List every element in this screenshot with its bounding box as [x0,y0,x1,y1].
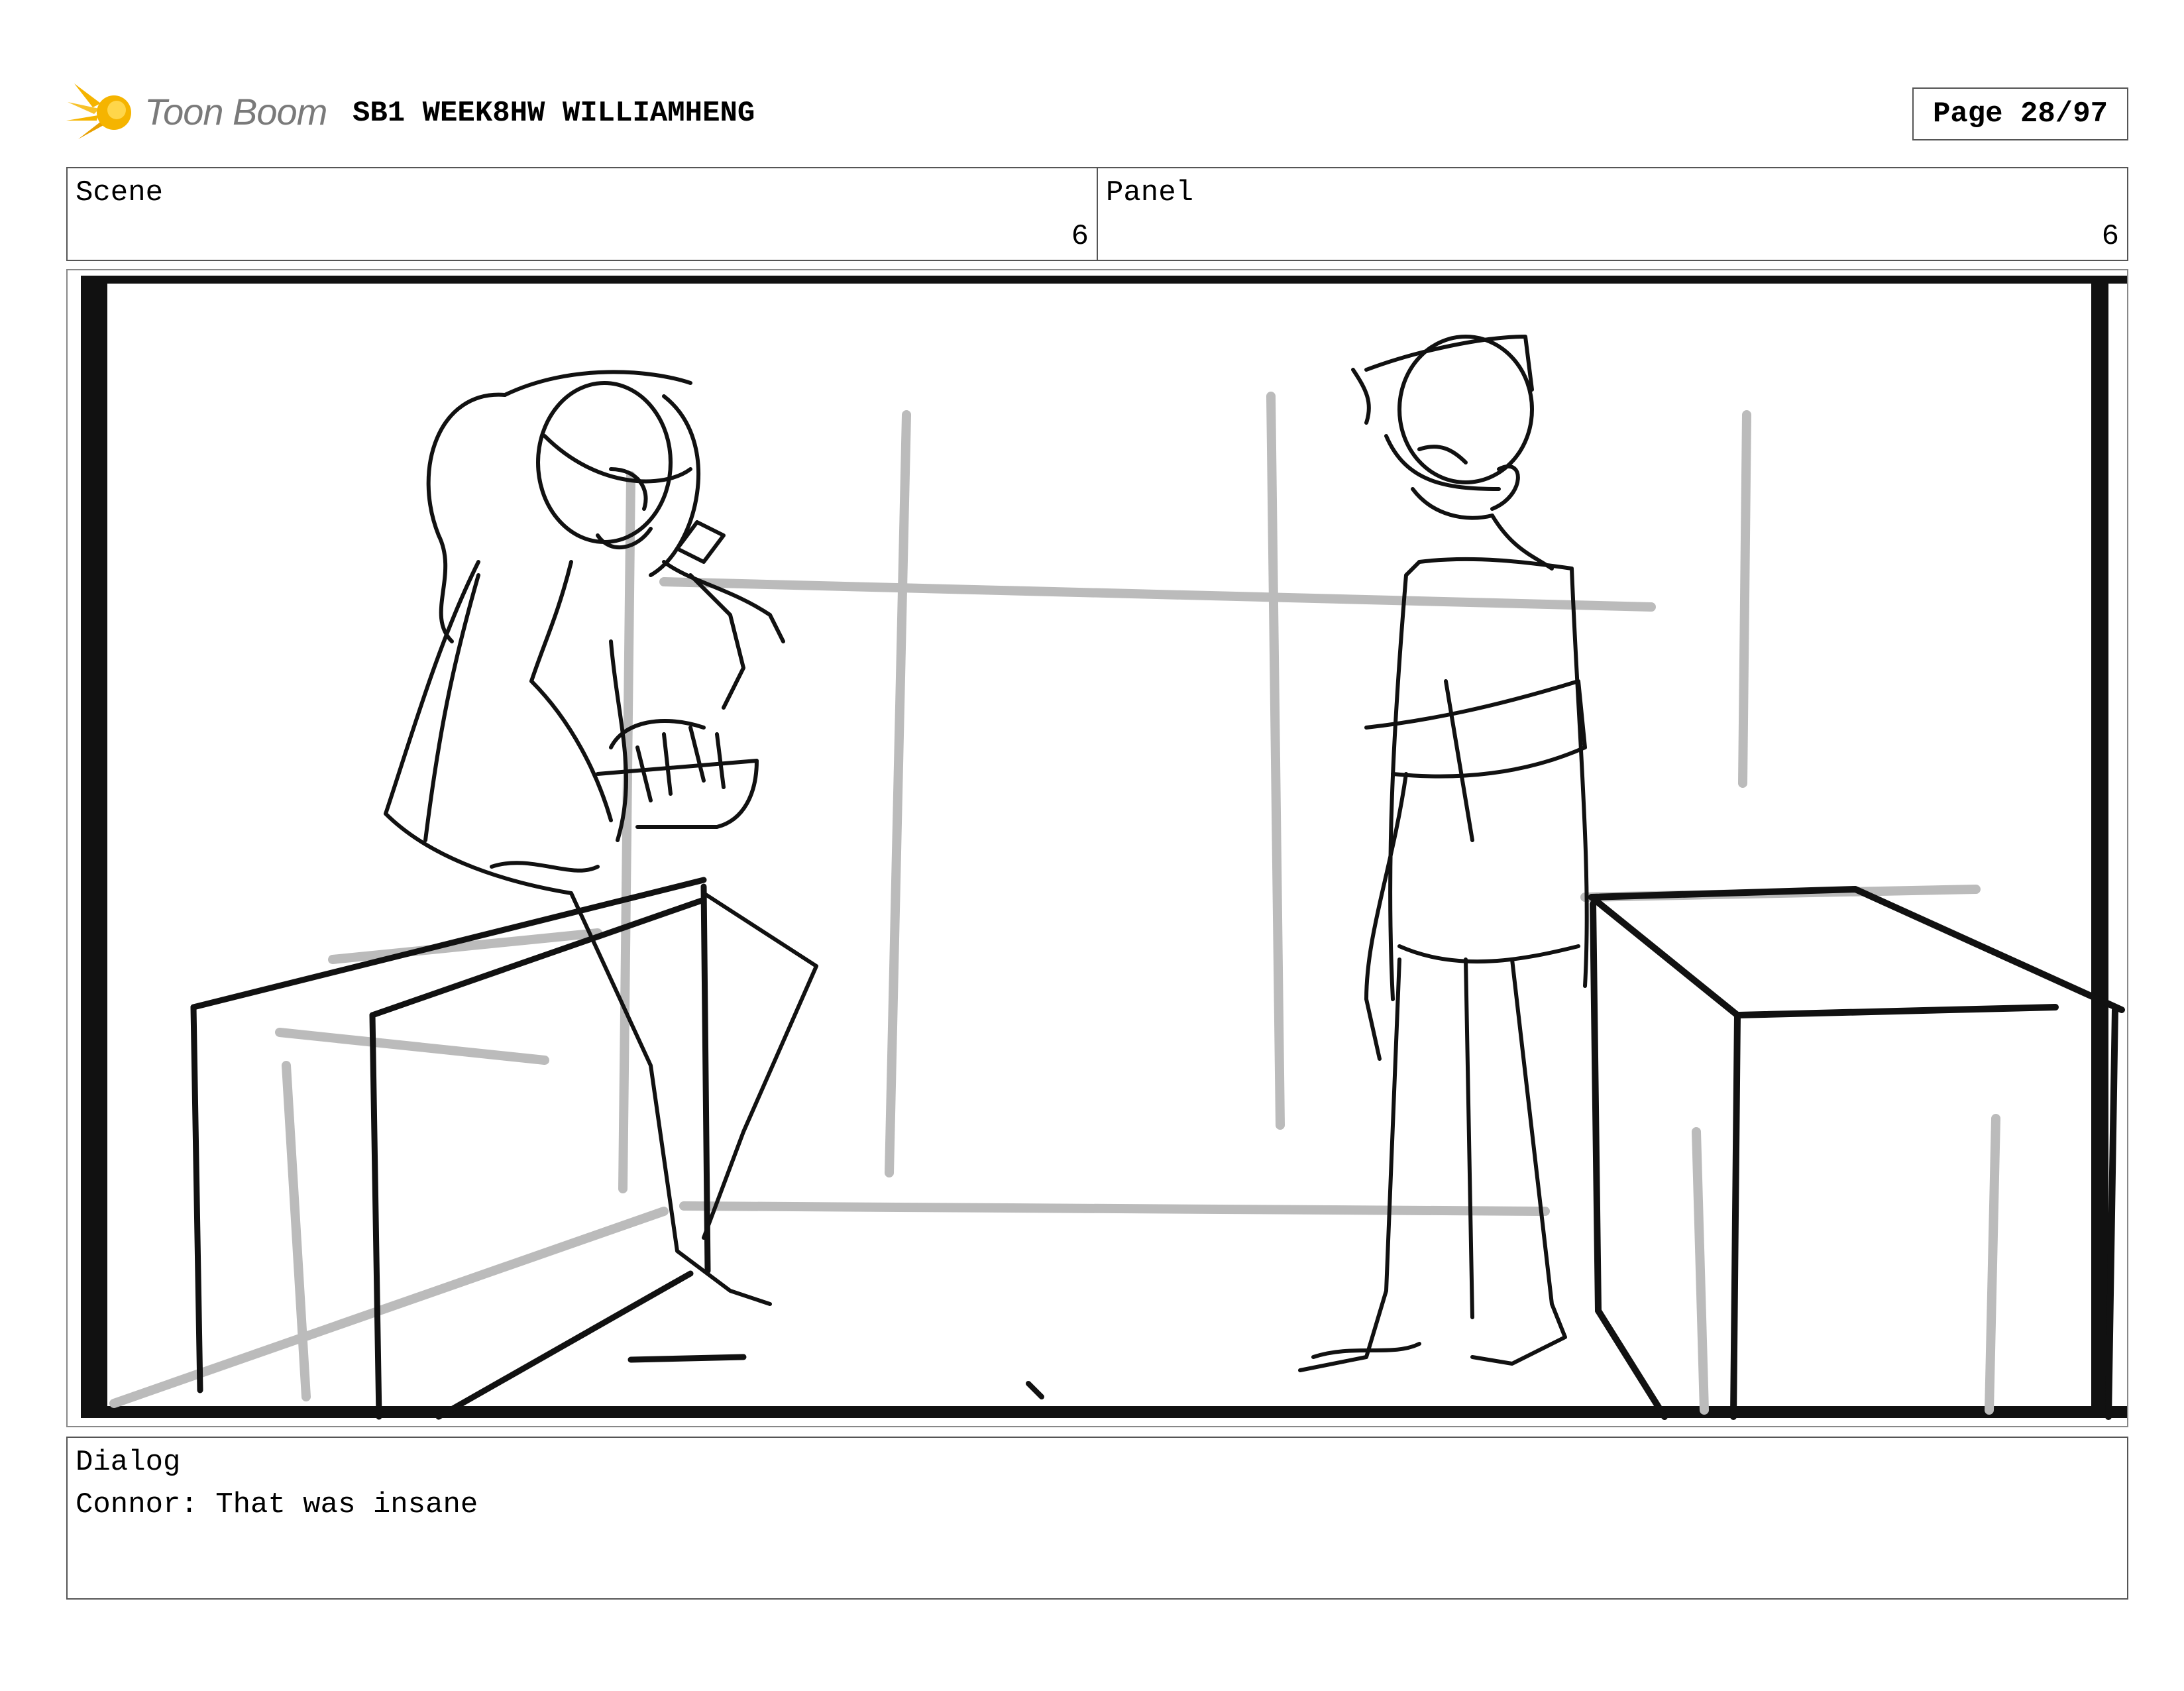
toon-boom-logo: Toon Boom [66,78,331,144]
logo-wordmark: Toon Boom [144,91,327,133]
floor-mark [1026,1381,1044,1399]
dialog-text: Connor: That was insane [76,1488,478,1521]
page-header: Toon Boom SB1 WEEK8HW WILLIAMHENG Page 2… [66,74,2128,147]
project-title: SB1 WEEK8HW WILLIAMHENG [353,97,755,130]
starburst-icon [66,83,131,139]
storyboard-panel [66,269,2128,1427]
scene-cell: Scene 6 [68,168,1097,260]
scene-panel-info: Scene 6 Panel 6 [66,167,2128,261]
scene-label: Scene [76,176,164,209]
window-guides [109,392,2000,1415]
panel-label: Panel [1106,176,1194,209]
panel-number: 6 [2101,220,2119,253]
dialog-box: Dialog Connor: That was insane [66,1437,2128,1600]
seated-character-sketch [384,370,818,1306]
right-bench-sketch [1588,886,2125,1420]
frame-right-edge [2091,276,2108,1418]
page-number-box: Page 28/97 [1912,87,2128,140]
frame-left-edge [81,276,107,1418]
frame-bottom-edge [81,1406,2127,1418]
scene-number: 6 [1071,220,1089,253]
page-number: Page 28/97 [1932,97,2108,131]
panel-sketch [81,276,2127,1420]
panel-cell: Panel 6 [1097,168,2127,260]
dialog-label: Dialog [76,1446,181,1479]
frame-top-edge [81,276,2127,284]
